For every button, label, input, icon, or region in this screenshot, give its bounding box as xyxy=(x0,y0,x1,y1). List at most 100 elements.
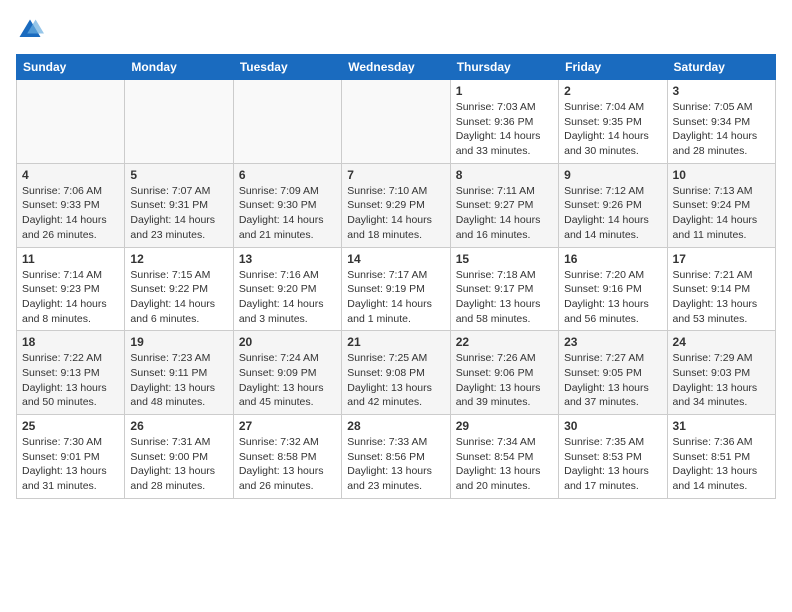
day-info: Sunrise: 7:26 AM Sunset: 9:06 PM Dayligh… xyxy=(456,351,553,410)
calendar-cell: 17Sunrise: 7:21 AM Sunset: 9:14 PM Dayli… xyxy=(667,247,775,331)
calendar-cell: 25 Sunrise: 7:30 AM Sunset: 9:01 PM Dayli… xyxy=(17,415,125,499)
day-number: 18 xyxy=(22,335,119,349)
weekday-header-wednesday: Wednesday xyxy=(342,55,450,80)
day-info: Sunrise: 7:04 AM Sunset: 9:35 PM Dayligh… xyxy=(564,100,661,159)
day-info: Sunrise: 7:05 AM Sunset: 9:34 PM Dayligh… xyxy=(673,100,770,159)
weekday-header-friday: Friday xyxy=(559,55,667,80)
calendar-cell: 20 Sunrise: 7:24 AM Sunset: 9:09 PM Dayli… xyxy=(233,331,341,415)
day-info: Sunrise: 7:34 AM Sunset: 8:54 PM Dayligh… xyxy=(456,435,553,494)
day-number: 7 xyxy=(347,168,444,182)
calendar-week-1: 1 Sunrise: 7:03 AM Sunset: 9:36 PM Daylig… xyxy=(17,80,776,164)
calendar-cell: 29 Sunrise: 7:34 AM Sunset: 8:54 PM Dayli… xyxy=(450,415,558,499)
calendar-cell: 9 Sunrise: 7:12 AM Sunset: 9:26 PM Daylig… xyxy=(559,163,667,247)
day-number: 8 xyxy=(456,168,553,182)
day-number: 16 xyxy=(564,252,661,266)
calendar-cell xyxy=(125,80,233,164)
day-info: Sunrise: 7:17 AM Sunset: 9:19 PM Dayligh… xyxy=(347,268,444,327)
calendar-table: SundayMondayTuesdayWednesdayThursdayFrid… xyxy=(16,54,776,499)
day-info: Sunrise: 7:31 AM Sunset: 9:00 PM Dayligh… xyxy=(130,435,227,494)
calendar-cell xyxy=(17,80,125,164)
day-number: 27 xyxy=(239,419,336,433)
calendar-cell: 4 Sunrise: 7:06 AM Sunset: 9:33 PM Daylig… xyxy=(17,163,125,247)
logo-icon xyxy=(16,16,44,44)
day-number: 17 xyxy=(673,252,770,266)
day-info: Sunrise: 7:16 AM Sunset: 9:20 PM Dayligh… xyxy=(239,268,336,327)
day-info: Sunrise: 7:32 AM Sunset: 8:58 PM Dayligh… xyxy=(239,435,336,494)
day-number: 31 xyxy=(673,419,770,433)
calendar-cell: 22 Sunrise: 7:26 AM Sunset: 9:06 PM Dayli… xyxy=(450,331,558,415)
day-number: 14 xyxy=(347,252,444,266)
day-number: 13 xyxy=(239,252,336,266)
day-info: Sunrise: 7:36 AM Sunset: 8:51 PM Dayligh… xyxy=(673,435,770,494)
calendar-cell: 21 Sunrise: 7:25 AM Sunset: 9:08 PM Dayli… xyxy=(342,331,450,415)
day-info: Sunrise: 7:20 AM Sunset: 9:16 PM Dayligh… xyxy=(564,268,661,327)
calendar-body: 1 Sunrise: 7:03 AM Sunset: 9:36 PM Daylig… xyxy=(17,80,776,499)
weekday-header-sunday: Sunday xyxy=(17,55,125,80)
day-info: Sunrise: 7:29 AM Sunset: 9:03 PM Dayligh… xyxy=(673,351,770,410)
day-number: 22 xyxy=(456,335,553,349)
day-number: 26 xyxy=(130,419,227,433)
calendar-cell: 8 Sunrise: 7:11 AM Sunset: 9:27 PM Daylig… xyxy=(450,163,558,247)
calendar-cell: 24Sunrise: 7:29 AM Sunset: 9:03 PM Dayli… xyxy=(667,331,775,415)
calendar-cell: 15 Sunrise: 7:18 AM Sunset: 9:17 PM Dayli… xyxy=(450,247,558,331)
day-number: 19 xyxy=(130,335,227,349)
day-info: Sunrise: 7:30 AM Sunset: 9:01 PM Dayligh… xyxy=(22,435,119,494)
calendar-cell: 5Sunrise: 7:07 AM Sunset: 9:31 PM Daylig… xyxy=(125,163,233,247)
day-number: 6 xyxy=(239,168,336,182)
day-info: Sunrise: 7:11 AM Sunset: 9:27 PM Dayligh… xyxy=(456,184,553,243)
day-number: 28 xyxy=(347,419,444,433)
day-info: Sunrise: 7:07 AM Sunset: 9:31 PM Dayligh… xyxy=(130,184,227,243)
calendar-cell: 11Sunrise: 7:14 AM Sunset: 9:23 PM Dayli… xyxy=(17,247,125,331)
calendar-week-4: 18 Sunrise: 7:22 AM Sunset: 9:13 PM Dayli… xyxy=(17,331,776,415)
day-info: Sunrise: 7:03 AM Sunset: 9:36 PM Dayligh… xyxy=(456,100,553,159)
day-info: Sunrise: 7:24 AM Sunset: 9:09 PM Dayligh… xyxy=(239,351,336,410)
day-number: 23 xyxy=(564,335,661,349)
calendar-week-5: 25 Sunrise: 7:30 AM Sunset: 9:01 PM Dayli… xyxy=(17,415,776,499)
calendar-week-3: 11Sunrise: 7:14 AM Sunset: 9:23 PM Dayli… xyxy=(17,247,776,331)
day-number: 29 xyxy=(456,419,553,433)
calendar-cell: 6Sunrise: 7:09 AM Sunset: 9:30 PM Daylig… xyxy=(233,163,341,247)
day-info: Sunrise: 7:25 AM Sunset: 9:08 PM Dayligh… xyxy=(347,351,444,410)
day-info: Sunrise: 7:15 AM Sunset: 9:22 PM Dayligh… xyxy=(130,268,227,327)
calendar-cell: 28 Sunrise: 7:33 AM Sunset: 8:56 PM Dayli… xyxy=(342,415,450,499)
weekday-header-tuesday: Tuesday xyxy=(233,55,341,80)
calendar-cell: 3 Sunrise: 7:05 AM Sunset: 9:34 PM Daylig… xyxy=(667,80,775,164)
calendar-header: SundayMondayTuesdayWednesdayThursdayFrid… xyxy=(17,55,776,80)
day-info: Sunrise: 7:06 AM Sunset: 9:33 PM Dayligh… xyxy=(22,184,119,243)
calendar-cell: 31 Sunrise: 7:36 AM Sunset: 8:51 PM Dayli… xyxy=(667,415,775,499)
day-info: Sunrise: 7:27 AM Sunset: 9:05 PM Dayligh… xyxy=(564,351,661,410)
calendar-cell: 27 Sunrise: 7:32 AM Sunset: 8:58 PM Dayli… xyxy=(233,415,341,499)
calendar-week-2: 4 Sunrise: 7:06 AM Sunset: 9:33 PM Daylig… xyxy=(17,163,776,247)
weekday-header-thursday: Thursday xyxy=(450,55,558,80)
day-number: 20 xyxy=(239,335,336,349)
day-info: Sunrise: 7:22 AM Sunset: 9:13 PM Dayligh… xyxy=(22,351,119,410)
day-info: Sunrise: 7:13 AM Sunset: 9:24 PM Dayligh… xyxy=(673,184,770,243)
calendar-cell: 18 Sunrise: 7:22 AM Sunset: 9:13 PM Dayli… xyxy=(17,331,125,415)
day-number: 3 xyxy=(673,84,770,98)
calendar-cell: 14 Sunrise: 7:17 AM Sunset: 9:19 PM Dayli… xyxy=(342,247,450,331)
day-number: 10 xyxy=(673,168,770,182)
day-number: 21 xyxy=(347,335,444,349)
day-number: 4 xyxy=(22,168,119,182)
calendar-cell: 23 Sunrise: 7:27 AM Sunset: 9:05 PM Dayli… xyxy=(559,331,667,415)
day-number: 1 xyxy=(456,84,553,98)
logo xyxy=(16,16,48,44)
calendar-cell: 13 Sunrise: 7:16 AM Sunset: 9:20 PM Dayli… xyxy=(233,247,341,331)
weekday-header-saturday: Saturday xyxy=(667,55,775,80)
day-number: 2 xyxy=(564,84,661,98)
weekday-header-monday: Monday xyxy=(125,55,233,80)
calendar-cell: 12 Sunrise: 7:15 AM Sunset: 9:22 PM Dayli… xyxy=(125,247,233,331)
calendar-cell: 16 Sunrise: 7:20 AM Sunset: 9:16 PM Dayli… xyxy=(559,247,667,331)
day-number: 25 xyxy=(22,419,119,433)
day-info: Sunrise: 7:33 AM Sunset: 8:56 PM Dayligh… xyxy=(347,435,444,494)
calendar-cell: 7Sunrise: 7:10 AM Sunset: 9:29 PM Daylig… xyxy=(342,163,450,247)
day-info: Sunrise: 7:23 AM Sunset: 9:11 PM Dayligh… xyxy=(130,351,227,410)
day-info: Sunrise: 7:18 AM Sunset: 9:17 PM Dayligh… xyxy=(456,268,553,327)
day-number: 9 xyxy=(564,168,661,182)
calendar-cell: 2 Sunrise: 7:04 AM Sunset: 9:35 PM Daylig… xyxy=(559,80,667,164)
calendar-cell xyxy=(342,80,450,164)
day-info: Sunrise: 7:12 AM Sunset: 9:26 PM Dayligh… xyxy=(564,184,661,243)
page-header xyxy=(16,16,776,44)
day-number: 15 xyxy=(456,252,553,266)
day-number: 12 xyxy=(130,252,227,266)
